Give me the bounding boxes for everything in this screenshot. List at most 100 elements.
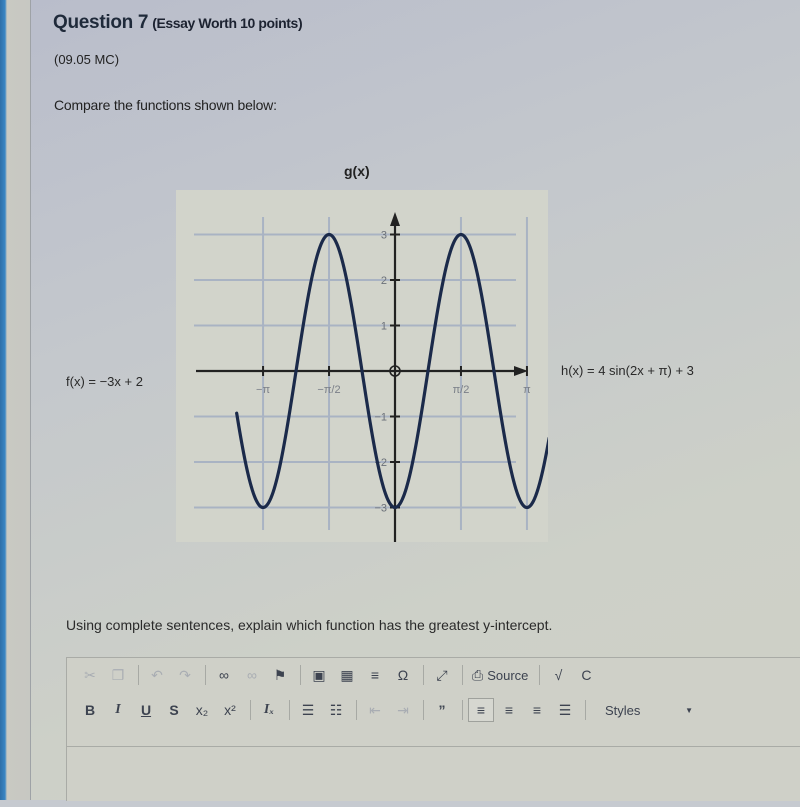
x-tick-label: −π [256, 384, 270, 396]
x-axis-arrow-icon [514, 366, 528, 376]
blockquote-icon: ” [438, 702, 446, 718]
function-h-label: h(x) = 4 sin(2x + π) + 3 [561, 363, 694, 378]
image-button[interactable]: ▣ [306, 663, 332, 687]
underline-icon: U [140, 702, 152, 718]
toolbar-separator [300, 665, 301, 685]
undo-button[interactable]: ↶ [144, 663, 170, 687]
styles-dropdown[interactable]: Styles ▼ [599, 698, 699, 722]
math-sqrt-button[interactable]: √ [545, 663, 571, 687]
y-tick-label: 1 [381, 321, 387, 333]
align-left-button[interactable]: ≡ [468, 698, 494, 722]
toolbar-separator [423, 665, 424, 685]
remove-format-button[interactable]: Iₓ [256, 698, 282, 722]
cut-button[interactable]: ✂ [77, 663, 103, 687]
undo-icon: ↶ [151, 666, 163, 683]
redo-button[interactable]: ↷ [172, 663, 198, 687]
unlink-button[interactable]: ∞ [239, 663, 265, 687]
source-label: Source [487, 667, 529, 683]
subscript-button[interactable]: x₂ [189, 698, 215, 722]
question-page: Question 7 (Essay Worth 10 points) (09.05… [30, 0, 800, 801]
justify-button[interactable]: ☰ [552, 698, 578, 722]
underline-button[interactable]: U [133, 698, 159, 722]
subscript-icon: x₂ [195, 702, 209, 718]
justify-icon: ☰ [558, 701, 572, 718]
styles-dropdown-label: Styles [605, 702, 641, 718]
toolbar-row-1: ✂ ❐ ↶ ↷ ∞ ∞ ⚑ ▣ ▦ ≡ Ω ⤢ ⎙ Source √ C [77, 661, 601, 689]
maximize-icon: ⤢ [436, 666, 448, 683]
special-char-icon: Ω [397, 667, 409, 683]
answer-textarea[interactable] [67, 747, 800, 807]
strikethrough-icon: S [169, 702, 179, 718]
align-right-button[interactable]: ≡ [524, 698, 550, 722]
question-code: (09.05 MC) [54, 52, 120, 67]
redo-icon: ↷ [179, 666, 191, 683]
math-sqrt-icon: √ [554, 667, 563, 683]
horizontal-line-icon: ≡ [370, 667, 380, 683]
toolbar-separator [539, 665, 541, 685]
graph-title: g(x) [344, 163, 370, 179]
superscript-button[interactable]: x² [217, 698, 243, 722]
blockquote-button[interactable]: ” [429, 698, 455, 722]
toolbar-separator [356, 700, 357, 720]
italic-icon: I [115, 702, 121, 717]
indent-icon: ⇥ [397, 701, 409, 718]
function-f-label: f(x) = −3x + 2 [66, 374, 143, 389]
question-prompt: Compare the functions shown below: [54, 97, 277, 113]
rich-text-editor: ✂ ❐ ↶ ↷ ∞ ∞ ⚑ ▣ ▦ ≡ Ω ⤢ ⎙ Source √ C B I U Sx₂ x² Iₓ ☰ ☷ ⇤ ⇥ ” ≡ ≡ ≡… [66, 657, 800, 801]
strikethrough-button[interactable]: S [161, 698, 187, 722]
unlink-icon: ∞ [247, 667, 257, 683]
table-icon: ▦ [340, 666, 354, 683]
toolbar-separator [423, 700, 424, 720]
align-left-icon: ≡ [476, 702, 486, 718]
align-center-icon: ≡ [504, 702, 514, 718]
x-tick-label: π/2 [453, 384, 470, 396]
toolbar-separator [138, 665, 139, 685]
source-button[interactable]: ⎙ Source [468, 663, 532, 687]
bulleted-list-button[interactable]: ☷ [323, 698, 349, 722]
outdent-button[interactable]: ⇤ [362, 698, 388, 722]
align-right-icon: ≡ [532, 702, 542, 718]
chemistry-c-icon: C [581, 667, 592, 683]
image-icon: ▣ [312, 666, 326, 683]
outdent-icon: ⇤ [369, 701, 381, 718]
question-number: Question 7 [53, 12, 149, 33]
toolbar-separator [289, 700, 290, 720]
source-icon: ⎙ [472, 666, 484, 683]
chevron-down-icon: ▼ [685, 705, 693, 715]
cut-icon: ✂ [84, 666, 96, 683]
numbered-list-icon: ☰ [301, 701, 315, 718]
numbered-list-button[interactable]: ☰ [295, 698, 321, 722]
link-icon: ∞ [219, 667, 229, 683]
y-tick-label: 2 [381, 275, 387, 287]
remove-format-icon: Iₓ [263, 702, 275, 717]
x-tick-label: π [523, 384, 531, 396]
y-tick-label: 3 [381, 230, 387, 242]
table-button[interactable]: ▦ [334, 663, 360, 687]
toolbar-separator [205, 665, 206, 685]
indent-button[interactable]: ⇥ [390, 698, 416, 722]
superscript-icon: x² [224, 702, 236, 718]
x-tick-label: −π/2 [317, 384, 340, 396]
essay-instruction: Using complete sentences, explain which … [66, 617, 553, 633]
special-char-button[interactable]: Ω [390, 663, 416, 687]
toolbar-separator [250, 700, 251, 720]
align-center-button[interactable]: ≡ [496, 698, 522, 722]
graph-svg: −π −π/2 π/2 π321−1−2−3 [194, 212, 548, 542]
link-button[interactable]: ∞ [211, 663, 237, 687]
bulleted-list-icon: ☷ [329, 701, 343, 718]
bold-button[interactable]: B [77, 698, 103, 722]
italic-button[interactable]: I [105, 698, 131, 722]
copy-icon: ❐ [111, 666, 125, 683]
anchor-flag-icon: ⚑ [273, 666, 287, 683]
sidebar-edge [0, 0, 30, 800]
maximize-button[interactable]: ⤢ [429, 663, 455, 687]
bold-icon: B [84, 702, 96, 718]
toolbar-separator [462, 700, 463, 720]
y-axis-arrow-icon [390, 212, 400, 226]
anchor-flag-button[interactable]: ⚑ [267, 663, 293, 687]
editor-toolbar: ✂ ❐ ↶ ↷ ∞ ∞ ⚑ ▣ ▦ ≡ Ω ⤢ ⎙ Source √ C B I U Sx₂ x² Iₓ ☰ ☷ ⇤ ⇥ ” ≡ ≡ ≡… [67, 658, 800, 747]
graph-g: −π −π/2 π/2 π 3 2 1 −1 −2 −3 [176, 190, 548, 542]
horizontal-line-button[interactable]: ≡ [362, 663, 388, 687]
copy-button[interactable]: ❐ [105, 663, 131, 687]
chemistry-c-button[interactable]: C [573, 663, 599, 687]
